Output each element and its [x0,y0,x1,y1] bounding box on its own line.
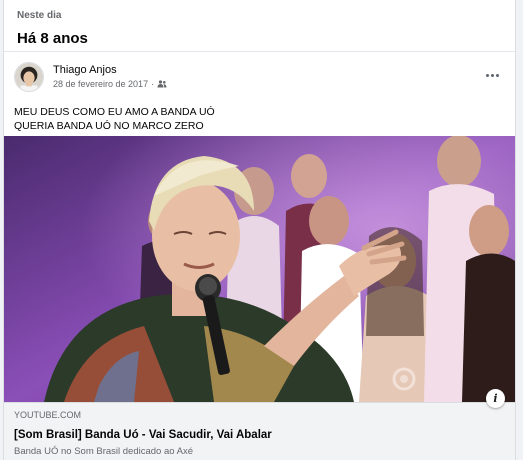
more-horizontal-icon [490,73,494,77]
memory-label: Neste dia [17,10,62,21]
avatar-image [15,63,43,91]
post-header: Thiago Anjos 28 de fevereiro de 2017 · [4,60,515,96]
more-options-button[interactable] [481,66,503,84]
post-text-line: MEU DEUS COMO EU AMO A BANDA UÓ [14,106,215,118]
author-name[interactable]: Thiago Anjos [53,63,117,77]
post-date[interactable]: 28 de fevereiro de 2017 [53,78,148,90]
friends-icon [157,80,167,88]
link-domain: YOUTUBE.COM [14,410,82,420]
avatar[interactable] [14,62,44,92]
memory-card: Neste dia Há 8 anos Thiago Anjos 28 de f… [3,0,516,460]
link-description: Banda UÓ no Som Brasil dedicado ao Axé [14,446,194,457]
video-thumbnail-image [4,136,515,402]
link-preview[interactable]: YOUTUBE.COM [Som Brasil] Banda Uó - Vai … [4,402,515,460]
more-horizontal-icon [485,73,489,77]
more-horizontal-icon [495,73,499,77]
meta-separator: · [151,79,155,89]
info-button[interactable]: i [486,389,505,408]
post-text-line: QUERIA BANDA UÓ NO MARCO ZERO [14,120,204,132]
memory-title: Há 8 anos [17,30,88,47]
video-thumbnail[interactable] [4,136,515,402]
post-meta: 28 de fevereiro de 2017 · [53,78,167,90]
post-text: MEU DEUS COMO EU AMO A BANDA UÓ QUERIA B… [4,96,515,140]
memory-header: Neste dia Há 8 anos [4,0,515,52]
link-title[interactable]: [Som Brasil] Banda Uó - Vai Sacudir, Vai… [14,427,505,443]
